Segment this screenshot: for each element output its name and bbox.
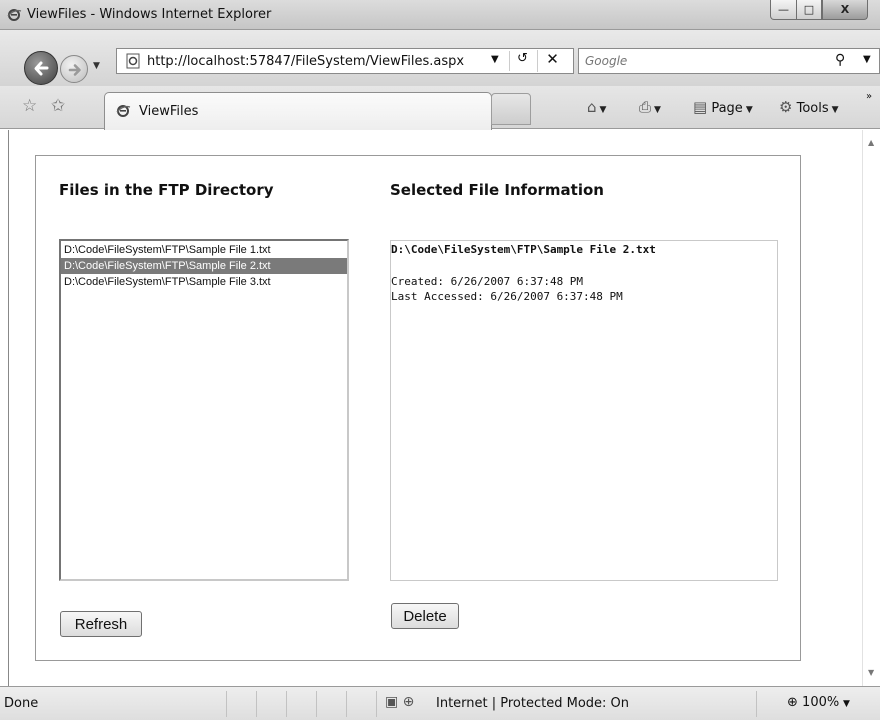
url-text[interactable]: http://localhost:57847/FileSystem/ViewFi… xyxy=(147,54,487,69)
forward-button[interactable] xyxy=(60,55,88,83)
ie-logo-icon xyxy=(7,9,22,21)
search-dropdown-icon[interactable]: ▼ xyxy=(863,54,871,65)
scroll-up-icon[interactable]: ▲ xyxy=(868,138,874,147)
page-menu-icon: ▤ xyxy=(693,98,708,116)
minimize-icon: — xyxy=(778,3,789,16)
file-list-item[interactable]: D:\Code\FileSystem\FTP\Sample File 1.txt xyxy=(61,242,347,258)
status-bar: Done ▣ ⊕ Internet | Protected Mode: On ⊕… xyxy=(0,686,880,720)
back-button[interactable] xyxy=(24,51,58,85)
tools-menu-button[interactable]: ⚙ Tools ▼ xyxy=(779,98,839,116)
search-icon[interactable]: ⚲ xyxy=(835,52,845,68)
tab-label: ViewFiles xyxy=(139,104,199,119)
tools-menu-label: Tools xyxy=(796,101,829,116)
refresh-icon[interactable]: ↺ xyxy=(509,51,535,71)
search-box[interactable]: ⚲ ▼ xyxy=(578,48,880,74)
favorites-star-icon[interactable]: ☆ xyxy=(22,96,37,116)
created-date: Created: 6/26/2007 6:37:48 PM xyxy=(391,275,584,288)
refresh-button[interactable]: Refresh xyxy=(60,611,142,637)
maximize-icon: □ xyxy=(803,3,815,16)
file-list-item-selected[interactable]: D:\Code\FileSystem\FTP\Sample File 2.txt xyxy=(61,258,347,274)
security-zone-icon[interactable]: ▣ ⊕ xyxy=(385,694,414,710)
back-arrow-icon xyxy=(34,61,49,76)
page-menu-button[interactable]: ▤ Page ▼ xyxy=(693,98,753,116)
last-accessed-date: Last Accessed: 6/26/2007 6:37:48 PM xyxy=(391,290,623,303)
file-info-box: D:\Code\FileSystem\FTP\Sample File 2.txt… xyxy=(390,240,778,581)
address-dropdown-icon[interactable]: ▼ xyxy=(491,54,499,65)
close-icon: X xyxy=(840,3,850,16)
window-title: ViewFiles - Windows Internet Explorer xyxy=(27,7,272,22)
print-button[interactable]: ⎙ ▼ xyxy=(639,98,661,116)
tab-viewfiles[interactable]: ViewFiles xyxy=(104,92,492,130)
add-favorites-icon[interactable]: ✩ xyxy=(51,96,65,116)
new-tab-button[interactable] xyxy=(491,93,531,125)
print-icon: ⎙ xyxy=(639,98,652,116)
minimize-button[interactable]: — xyxy=(770,0,797,20)
ie-logo-icon xyxy=(116,105,131,117)
window-titlebar: ViewFiles - Windows Internet Explorer — … xyxy=(0,0,880,30)
scroll-down-icon[interactable]: ▼ xyxy=(868,668,874,677)
maximize-button[interactable]: □ xyxy=(796,0,822,20)
zoom-icon: ⊕ xyxy=(787,695,798,710)
page-icon xyxy=(126,53,140,69)
vertical-scrollbar[interactable]: ▲ ▼ xyxy=(862,130,880,686)
delete-button[interactable]: Delete xyxy=(391,603,459,629)
tools-gear-icon: ⚙ xyxy=(779,98,793,116)
search-input[interactable] xyxy=(585,52,815,70)
home-button[interactable]: ⌂ ▼ xyxy=(587,98,606,116)
zoom-dropdown-icon[interactable]: ▼ xyxy=(843,699,850,709)
file-list-item[interactable]: D:\Code\FileSystem\FTP\Sample File 3.txt xyxy=(61,274,347,290)
recent-pages-dropdown[interactable]: ▼ xyxy=(93,61,100,71)
file-info-heading: Selected File Information xyxy=(390,181,604,199)
home-icon: ⌂ xyxy=(587,98,597,116)
selected-file-name: D:\Code\FileSystem\FTP\Sample File 2.txt xyxy=(391,243,656,256)
status-text: Done xyxy=(4,696,39,711)
zoom-level[interactable]: ⊕ 100% xyxy=(787,695,839,710)
security-zone-text[interactable]: Internet | Protected Mode: On xyxy=(436,696,629,711)
more-commands-icon[interactable]: » xyxy=(866,91,872,102)
page-menu-label: Page xyxy=(711,101,743,116)
close-window-button[interactable]: X xyxy=(822,0,868,20)
files-heading: Files in the FTP Directory xyxy=(59,181,274,199)
address-bar[interactable]: http://localhost:57847/FileSystem/ViewFi… xyxy=(116,48,574,74)
files-listbox[interactable]: D:\Code\FileSystem\FTP\Sample File 1.txt… xyxy=(59,239,349,581)
stop-icon[interactable]: ✕ xyxy=(537,50,567,72)
forward-arrow-icon xyxy=(68,64,81,76)
